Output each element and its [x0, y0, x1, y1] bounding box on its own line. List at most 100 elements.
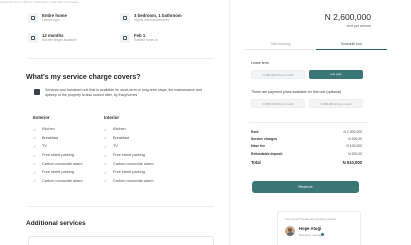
summary-row: Refundable deposit N 200,00 [251, 152, 362, 159]
summary-row: Service charges N 200,00 [251, 137, 362, 144]
amenity-label: Carbon monoxide alarm [113, 161, 154, 166]
summary-label: Rent [251, 130, 259, 134]
lease-term-label: Lease term [251, 61, 269, 65]
list-item: ✓ Breakfast [33, 134, 83, 143]
agent-question: Any issues? Speak with a leasing advisor [285, 217, 337, 221]
check-icon: ✓ [104, 152, 108, 158]
feature-subtitle: Shorter length available [42, 38, 77, 42]
service-description-text: Services and furnished unit that is avai… [45, 88, 203, 98]
payment-plans-label: These are payment plans available for th… [251, 90, 342, 94]
feature-entire-home: Entire home Lesson type [28, 13, 67, 23]
summary-value: N 200,00 [348, 151, 362, 156]
service-section-title: What's my service charge covers? [26, 74, 141, 81]
tab-schedule-tour[interactable]: Schedule tour [316, 40, 387, 48]
interior-amenities: ✓ Kitchen ✓ Breakfast ✓ TV ✓ Free street par… [104, 125, 154, 185]
home-icon [28, 13, 38, 23]
list-item: ✓ Carbon monoxide alarm [33, 159, 83, 168]
amenity-label: Free street parking [113, 153, 145, 158]
total-value: N 510,000 [342, 159, 362, 165]
amenity-label: Breakfast [113, 135, 130, 140]
check-icon: ✓ [104, 126, 108, 132]
summary-value: N 100,000 [346, 144, 362, 149]
summary-row: Rent N 2,300,000 [251, 130, 362, 137]
amenity-label: Kitchen [42, 127, 55, 132]
check-icon: ✓ [104, 143, 108, 149]
list-item: ✓ Free street parking [33, 151, 83, 160]
rent-price: N 2,600,000 [324, 12, 371, 22]
check-icon: ✓ [33, 126, 37, 132]
check-icon: ✓ [33, 161, 37, 167]
feature-lease-length: 12 months Shorter length available [28, 33, 77, 43]
amenity-label: Breakfast [42, 135, 59, 140]
summary-label: Refundable deposit [251, 151, 283, 156]
section-divider [28, 58, 214, 59]
feature-subtitle: Earliest move-in [134, 38, 158, 42]
check-icon: ✓ [104, 161, 108, 167]
lease-option-one-year[interactable]: one year [309, 70, 363, 79]
lease-option-monthly[interactable]: N 350,000.00 per month [251, 70, 305, 79]
feature-move-in: Feb 1 Earliest move-in [120, 33, 158, 43]
summary-label: Hase fee [251, 144, 265, 149]
amenity-label: TV [42, 144, 47, 149]
document-icon [34, 89, 40, 95]
additional-services-card[interactable] [28, 236, 214, 245]
list-item: ✓ Kitchen [104, 125, 154, 134]
section-divider [28, 206, 214, 207]
exterior-heading: Exterior [33, 115, 50, 120]
rent-period: rent per annum [346, 24, 371, 28]
exterior-amenities: ✓ Kitchen ✓ Breakfast ✓ TV ✓ Free street par… [33, 125, 83, 185]
price-summary: Rent N 2,300,000 Service charges N 200,0… [251, 130, 362, 167]
check-icon: ✓ [104, 178, 108, 184]
summary-label: Service charges [251, 137, 278, 142]
list-item: ✓ Free street parking [104, 168, 154, 177]
amenity-label: Kitchen [113, 127, 126, 132]
feature-subtitle: Lesson type [42, 18, 60, 22]
agent-card[interactable]: Any issues? Speak with a leasing advisor… [277, 211, 361, 245]
list-item: ✓ TV [104, 142, 154, 151]
interior-heading: Interior [104, 115, 120, 120]
calendar-icon [120, 33, 130, 43]
list-item: ✓ Kitchen [33, 125, 83, 134]
panel-divider [249, 122, 369, 123]
check-icon: ✓ [33, 143, 37, 149]
amenity-label: Free street parking [42, 153, 74, 158]
list-item: ✓ Free street parking [33, 168, 83, 177]
tab-start-booking[interactable]: Start booking [245, 40, 316, 48]
booking-panel [229, 0, 411, 245]
list-item: ✓ Carbon monoxide alarm [104, 159, 154, 168]
list-item: ✓ Carbon monoxide alarm [104, 177, 154, 186]
list-item: ✓ TV [33, 142, 83, 151]
bed-icon [120, 13, 130, 23]
agent-name: Hope Atogi [299, 226, 322, 231]
summary-value: N 200,00 [348, 137, 362, 142]
payment-option[interactable]: N 350,000.00 per month [309, 99, 363, 108]
feature-bedrooms: 3 bedroom, 1 bathroom Highly rated apart… [120, 13, 182, 23]
check-icon: ✓ [33, 169, 37, 175]
calendar-icon [28, 33, 38, 43]
payment-option[interactable]: N 350,000.00 per month [251, 99, 305, 108]
feature-subtitle: Highly rated apartments [134, 18, 170, 22]
reserve-button[interactable]: Reserve [252, 181, 359, 193]
list-item: ✓ Breakfast [104, 134, 154, 143]
amenity-label: Carbon monoxide alarm [42, 161, 83, 166]
additional-services-title: Additional services [26, 220, 86, 227]
list-item: ✓ Carbon monoxide alarm [33, 177, 83, 186]
summary-value: N 2,300,000 [343, 130, 362, 134]
verified-icon [321, 233, 324, 236]
check-icon: ✓ [104, 169, 108, 175]
check-icon: ✓ [104, 135, 108, 141]
top-note: Approved, from 1,000 to 2,000 Naira: uni… [0, 0, 81, 3]
amenity-label: Carbon monoxide alarm [113, 178, 154, 183]
total-label: Total [251, 159, 261, 165]
check-icon: ✓ [33, 152, 37, 158]
amenity-label: Carbon monoxide alarm [42, 178, 83, 183]
avatar [285, 226, 295, 236]
summary-total: Total N 510,000 [251, 160, 362, 167]
amenity-label: Free street parking [113, 170, 145, 175]
summary-row: Hase fee N 100,000 [251, 144, 362, 151]
service-description: Services and furnished unit that is avai… [34, 88, 214, 98]
check-icon: ✓ [33, 135, 37, 141]
tab-active-indicator [316, 48, 387, 50]
amenity-label: TV [113, 144, 118, 149]
check-icon: ✓ [33, 178, 37, 184]
